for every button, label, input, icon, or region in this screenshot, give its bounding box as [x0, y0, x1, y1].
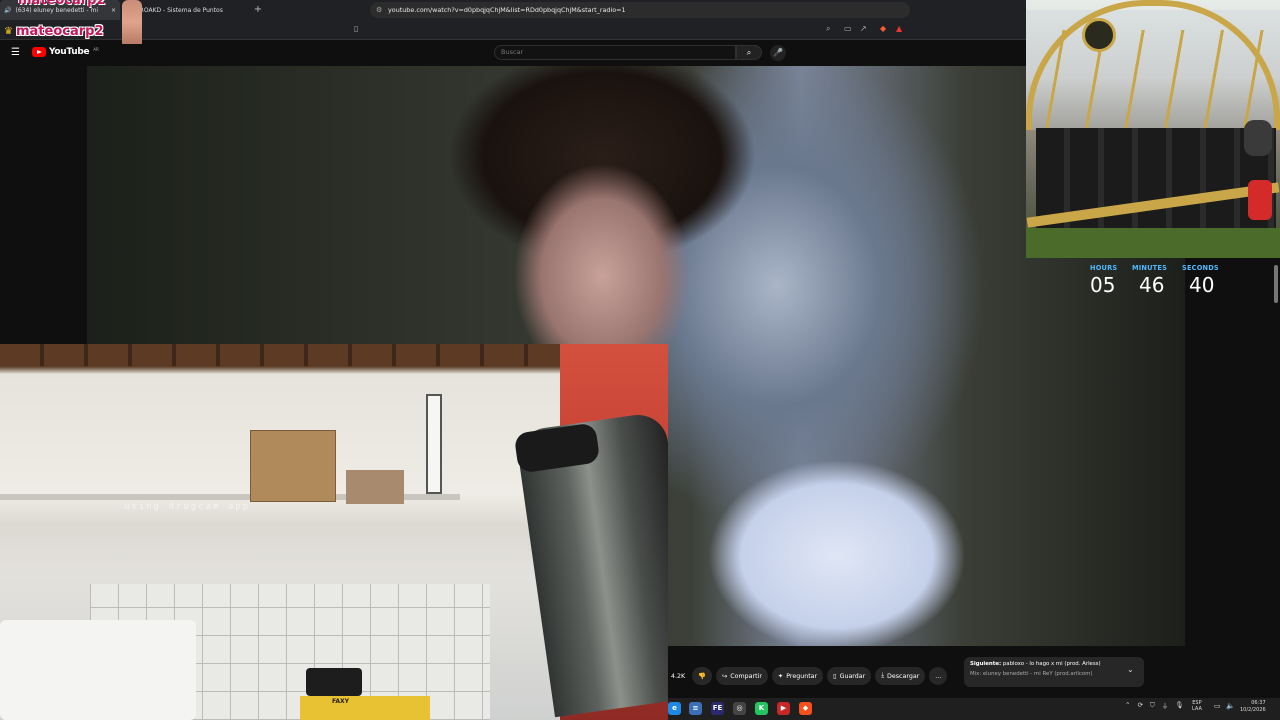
audio-icon: 🔊: [4, 6, 12, 14]
language-indicator[interactable]: ESP LAA: [1192, 700, 1202, 712]
zoom-icon[interactable]: ⌕: [826, 24, 830, 34]
brave-icon[interactable]: ◆: [799, 702, 812, 715]
webcam-overlay: FAXY using drugcam app: [0, 344, 668, 720]
window: [426, 394, 442, 494]
youtube-play-icon: [32, 47, 46, 57]
rewards-icon[interactable]: ▲: [896, 24, 902, 33]
clock[interactable]: 06:37 10/2/2026: [1240, 700, 1266, 714]
share-button[interactable]: ↪ Compartir: [716, 667, 768, 685]
chevron-up-icon[interactable]: ⌃: [1125, 701, 1130, 709]
up-next-title-row: Siguiente: pabloxo - lo hago x mi (prod.…: [970, 661, 1138, 667]
cast-icon[interactable]: ▭: [844, 24, 852, 33]
search-icon: ⌕: [746, 48, 752, 57]
club-badge: [1082, 18, 1116, 52]
save-label: Guardar: [839, 672, 866, 680]
download-button[interactable]: ⤓ Descargar: [875, 667, 926, 685]
yellow-box: [300, 696, 430, 720]
network-icon[interactable]: ▭: [1214, 702, 1221, 710]
save-button[interactable]: ▯ Guardar: [827, 667, 872, 685]
volume-icon[interactable]: 🔈: [1226, 702, 1235, 710]
youtube-logo-text: YouTube: [49, 47, 90, 57]
address-bar-row: [0, 20, 1026, 40]
hours-label: HOURS: [1090, 264, 1118, 272]
ask-label: Preguntar: [786, 672, 818, 680]
menu-icon[interactable]: ☰: [11, 47, 20, 58]
streamer-name: mateocarp2: [15, 24, 104, 39]
youtube-logo[interactable]: YouTube AR: [32, 47, 99, 57]
red-bottle: [1248, 180, 1272, 220]
stadium-overlay: [1026, 0, 1280, 258]
edge-icon[interactable]: e: [668, 702, 681, 715]
up-next-title: pabloxo - lo hago x mi (prod. Arless): [1002, 661, 1101, 667]
voice-search-button[interactable]: 🎤: [770, 45, 786, 61]
mic-icon: 🎤: [773, 48, 783, 57]
search-button[interactable]: ⌕: [736, 45, 762, 60]
more-icon: ...: [935, 672, 942, 680]
close-icon[interactable]: ×: [111, 7, 116, 14]
player-side-area: [0, 66, 87, 346]
more-actions-button[interactable]: ...: [929, 667, 948, 685]
share-label: Compartir: [730, 672, 762, 680]
obs-icon[interactable]: ◎: [733, 702, 746, 715]
sparkle-icon: ✦: [777, 672, 784, 680]
dislike-button[interactable]: 👎: [692, 667, 712, 685]
search-input[interactable]: Buscar: [494, 45, 736, 60]
fe-app-icon[interactable]: FE: [711, 702, 724, 715]
share-icon: ↪: [722, 672, 728, 680]
up-next-card[interactable]: Siguiente: pabloxo - lo hago x mi (prod.…: [964, 657, 1144, 687]
fridge: [0, 620, 196, 720]
chevron-down-icon[interactable]: ⌄: [1127, 665, 1134, 674]
bookmark-save-icon: ▯: [833, 672, 837, 680]
region-code: LAA: [1192, 706, 1202, 712]
system-tray: ⌃ ⟳ ⛉ ⏚ 🎙: [1125, 700, 1184, 711]
scrollbar[interactable]: [1274, 265, 1278, 303]
like-button[interactable]: 4.2K: [668, 667, 688, 685]
refresh-icon[interactable]: ⟳: [1137, 701, 1142, 709]
countdown-timer: HOURS MINUTES SECONDS 05 46 40: [1090, 264, 1220, 298]
crown-icon: ♛: [4, 26, 13, 37]
share-page-icon[interactable]: ↗: [860, 24, 867, 33]
minutes-value: 46: [1139, 273, 1165, 297]
country-code: AR: [93, 46, 99, 52]
seconds-value: 40: [1189, 273, 1215, 297]
dislike-icon: 👎: [698, 673, 706, 680]
date: 10/2/2026: [1240, 707, 1266, 713]
mic-tray-icon[interactable]: 🎙: [1175, 701, 1183, 709]
brave-shield-icon[interactable]: ◆: [880, 24, 886, 33]
usb-icon[interactable]: ⏚: [1162, 700, 1169, 710]
microphone: [1244, 120, 1272, 156]
stream-app-icon[interactable]: ▶: [777, 702, 790, 715]
notepad-icon[interactable]: ≡: [689, 702, 702, 715]
up-next-subtitle: Mix: eluney benedetti - mi ReY (prod.ari…: [970, 671, 1093, 677]
kick-icon[interactable]: K: [755, 702, 768, 715]
dugout-frame: [1026, 30, 1280, 130]
seconds-label: SECONDS: [1182, 264, 1219, 272]
streamer-avatar: [122, 0, 142, 44]
time: 06:37: [1251, 700, 1266, 706]
url-field[interactable]: youtube.com/watch?v=d0pbqjqChjM&list=RDd…: [370, 2, 910, 18]
bookmark-icon[interactable]: ▯: [354, 24, 358, 33]
video-actions: 4.2K 👎 ↪ Compartir ✦ Preguntar ▯ Guardar ⤓ D…: [668, 664, 958, 688]
site-info-icon[interactable]: ⚙: [376, 6, 382, 14]
yellow-box-text: FAXY: [332, 698, 350, 705]
hours-value: 05: [1090, 273, 1116, 297]
webcam-caption: using drugcam app: [124, 502, 251, 512]
ask-button[interactable]: ✦ Preguntar: [771, 667, 824, 685]
cardboard-box: [346, 470, 404, 504]
like-count: 4.2K: [671, 672, 686, 680]
new-tab-button[interactable]: +: [252, 0, 264, 20]
streamer-label: ♛ mateocarp2: [4, 24, 104, 39]
screen: 🔊 (634) eluney benedetti - mi × MAUROAKD…: [0, 0, 1280, 720]
page-right-area: [1185, 260, 1280, 660]
cooking-pot: [306, 668, 362, 696]
download-label: Descargar: [887, 672, 920, 680]
pitch-grass: [1026, 228, 1280, 258]
streamer-name-ghost: mateocarp2: [18, 0, 106, 8]
up-next-prefix: Siguiente:: [970, 661, 1002, 667]
cardboard-box: [250, 430, 336, 502]
shield-icon[interactable]: ⛉: [1150, 701, 1155, 710]
minutes-label: MINUTES: [1132, 264, 1168, 272]
download-icon: ⤓: [881, 672, 885, 679]
